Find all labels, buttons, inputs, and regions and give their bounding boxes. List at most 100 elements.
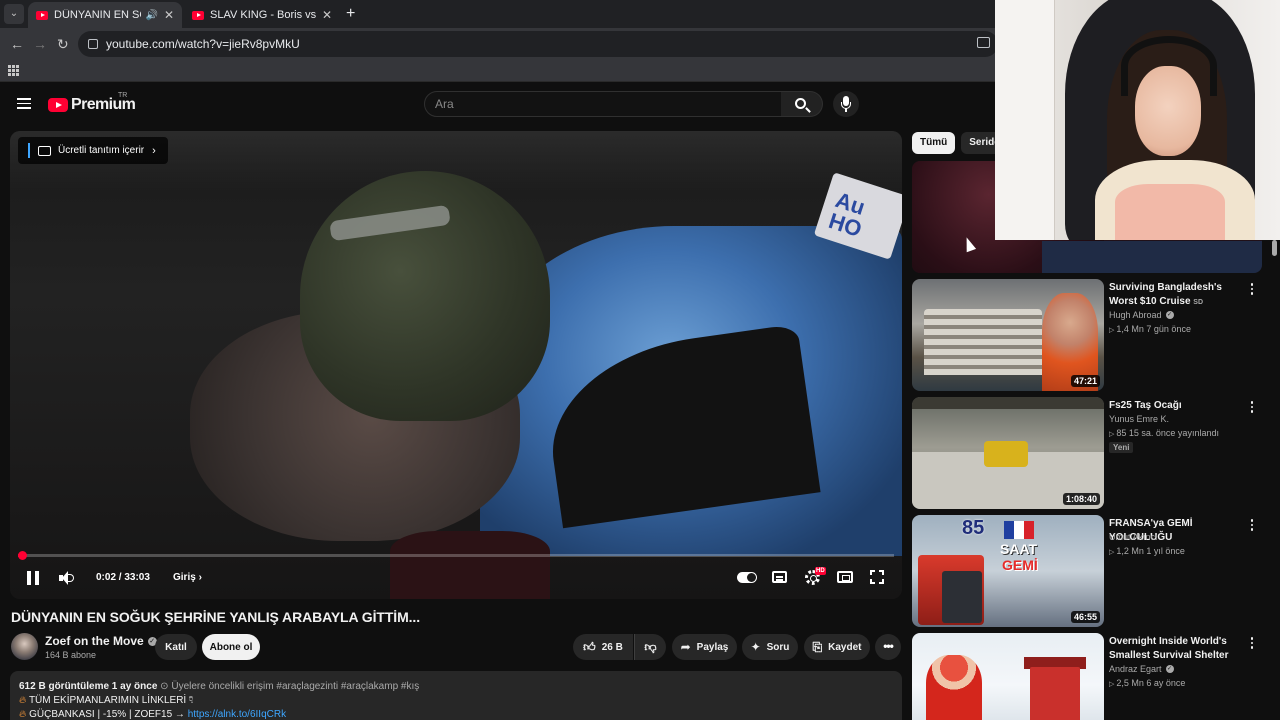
join-button[interactable]: Katıl — [155, 634, 197, 660]
webcam-overlay — [995, 0, 1280, 240]
pause-icon[interactable] — [27, 571, 39, 585]
recommendation-meta: ▷ 85 15 sa. önce yayınlandı — [1109, 428, 1219, 438]
search-input[interactable] — [435, 92, 781, 116]
thumbs-down-icon: 👎︎ — [644, 639, 657, 654]
recommendation-thumbnail[interactable]: 47:21 — [912, 279, 1104, 391]
reload-icon[interactable]: ↻ — [57, 36, 69, 52]
channel-name-link[interactable]: Zoef on the Move ✓ — [45, 634, 157, 648]
chapter-label: Giriş — [173, 572, 196, 583]
fullscreen-icon[interactable] — [870, 570, 884, 584]
new-tab-icon[interactable]: + — [346, 5, 355, 23]
description-line: 🔥︎ GÜÇBANKASI | -15% | ZOEF15 → https://… — [19, 709, 287, 720]
play-icon: ▷ — [1109, 549, 1115, 556]
autoplay-toggle[interactable] — [737, 572, 757, 583]
recommendation-thumbnail[interactable] — [912, 633, 1104, 720]
subscribe-button[interactable]: Abone ol — [202, 634, 260, 660]
hashtags[interactable]: #araçlagezinti #araçlakamp #kış — [276, 681, 419, 692]
recommendation-channel[interactable]: Yunus Emre K. — [1109, 414, 1169, 424]
browser-tab-active[interactable]: DÜNYANIN EN SOĞUK ŞEHRİNE 🔊 ✕ — [28, 2, 182, 28]
cast-icon[interactable] — [977, 37, 990, 48]
views-and-date: 612 B görüntüleme 1 ay önce — [19, 681, 158, 692]
apps-grid-icon[interactable] — [8, 65, 19, 76]
volume-icon[interactable] — [59, 571, 74, 585]
chip-all[interactable]: Tümü — [912, 132, 956, 154]
close-tab-icon[interactable]: ✕ — [322, 8, 332, 22]
more-actions-icon[interactable]: ••• — [875, 634, 901, 660]
video-duration: 47:21 — [1070, 375, 1100, 387]
address-bar[interactable]: youtube.com/watch?v=jieRv8pvMkU — [78, 31, 998, 57]
recommendation-item[interactable]: 47:21 Surviving Bangladesh's Worst $10 C… — [912, 279, 1272, 391]
recommendation-meta: ▷ 1,4 Mn 7 gün önce — [1109, 324, 1191, 334]
verified-check-icon: ✓ — [1165, 665, 1174, 673]
recommendation-channel[interactable]: Hugh Abroad ✓ — [1109, 310, 1174, 320]
subtitles-icon[interactable] — [772, 571, 787, 583]
promotion-icon — [38, 145, 51, 156]
play-icon: ▷ — [1109, 431, 1115, 438]
more-options-icon[interactable] — [1248, 637, 1256, 651]
ask-button[interactable]: ✦ Soru — [742, 634, 798, 660]
scrubber-handle[interactable] — [18, 551, 27, 560]
country-code: TR — [118, 92, 128, 99]
quality-badge: SD — [1193, 299, 1204, 306]
subscriber-count: 164 B abone — [45, 650, 97, 660]
voice-search-button[interactable] — [833, 91, 859, 117]
bookmark-icon: ⎘ — [812, 639, 823, 654]
recommendation-item[interactable]: 1:08:40 Fs25 Taş Ocağı Yunus Emre K. ▷ 85… — [912, 397, 1272, 509]
recommendation-title[interactable]: Surviving Bangladesh's Worst $10 Cruise … — [1109, 281, 1249, 310]
thumbs-up-icon: 👍︎ — [583, 639, 596, 654]
chapter-button[interactable]: Giriş › — [173, 572, 202, 583]
video-duration: 46:55 — [1070, 611, 1100, 623]
browser-tab[interactable]: SLAV KING - Boris vs. DJ Blyatman ✕ — [184, 2, 340, 28]
description-box[interactable]: 612 B görüntüleme 1 ay önce ⊙ Üyelere ön… — [10, 671, 902, 720]
share-button[interactable]: ➦ Paylaş — [672, 634, 737, 660]
youtube-premium-logo[interactable]: Premium TR — [48, 92, 136, 114]
tab-search-icon[interactable]: ⌄ — [4, 4, 24, 24]
description-link[interactable]: https://alnk.to/6IIqCRk — [188, 709, 286, 720]
recommendation-title[interactable]: Overnight Inside World's Smallest Surviv… — [1109, 635, 1249, 663]
channel-name: Zoef on the Move — [45, 634, 144, 648]
chevron-right-icon: › — [152, 144, 156, 157]
play-icon: ▷ — [1109, 681, 1115, 688]
progress-bar[interactable] — [18, 551, 894, 560]
paid-promotion-label: Ücretli tanıtım içerir — [58, 145, 145, 156]
fire-icon: 🔥︎ — [19, 709, 27, 720]
recommendation-meta: ▷ 1,2 Mn 1 yıl önce — [1109, 546, 1185, 556]
thumbnail-text: 85 — [962, 517, 985, 539]
speaker-icon[interactable]: 🔊 — [145, 10, 157, 21]
save-button[interactable]: ⎘ Kaydet — [804, 634, 870, 660]
video-duration: 1:08:40 — [1062, 493, 1100, 505]
headphones-icon — [1121, 36, 1217, 96]
theater-mode-icon[interactable] — [837, 571, 853, 583]
close-tab-icon[interactable]: ✕ — [164, 8, 174, 22]
recommendation-channel[interactable]: Andraz Egart ✓ — [1109, 664, 1174, 674]
channel-avatar[interactable] — [11, 633, 38, 660]
video-title: DÜNYANIN EN SOĞUK ŞEHRİNE YANLIŞ ARABAYL… — [11, 609, 420, 625]
recommendation-thumbnail[interactable]: 85 SAAT GEMİ 46:55 — [912, 515, 1104, 627]
back-arrow-icon[interactable]: ← — [10, 36, 24, 52]
menu-icon[interactable] — [17, 98, 31, 109]
sidebar-scrollbar[interactable] — [1272, 240, 1277, 256]
sparkle-icon: ✦ — [750, 640, 761, 654]
pointing-down-icon: 👇︎ — [189, 695, 194, 706]
thumbnail-text: SAAT — [1000, 541, 1038, 557]
more-options-icon[interactable] — [1248, 283, 1256, 297]
paid-promotion-badge[interactable]: Ücretli tanıtım içerir › — [18, 137, 168, 164]
recommendation-item[interactable]: Overnight Inside World's Smallest Surviv… — [912, 633, 1272, 720]
recommendation-item[interactable]: 85 SAAT GEMİ 46:55 FRANSA'ya GEMİ YOLCUL… — [912, 515, 1272, 627]
search-button[interactable] — [781, 91, 823, 117]
site-info-icon[interactable] — [88, 39, 98, 49]
youtube-favicon-icon — [36, 10, 48, 20]
video-player[interactable]: Au HO Ücretli tanıtım içerir › 0:02 / 33:… — [10, 131, 902, 599]
recommendation-channel[interactable]: Umut Akıncı — [1109, 532, 1158, 542]
verified-check-icon: ✓ — [1165, 311, 1174, 319]
more-options-icon[interactable] — [1248, 401, 1256, 415]
hd-badge: HD — [815, 567, 826, 575]
recommendation-thumbnail[interactable]: 1:08:40 — [912, 397, 1104, 509]
french-flag-icon — [1004, 521, 1034, 539]
recommendation-title[interactable]: Fs25 Taş Ocağı — [1109, 399, 1249, 413]
dislike-button[interactable]: 👎︎ — [634, 634, 666, 660]
forward-arrow-icon[interactable]: → — [33, 36, 47, 52]
like-button[interactable]: 👍︎ 26 B — [573, 634, 633, 660]
player-controls: 0:02 / 33:03 Giriş › HD — [10, 563, 902, 593]
more-options-icon[interactable] — [1248, 519, 1256, 533]
